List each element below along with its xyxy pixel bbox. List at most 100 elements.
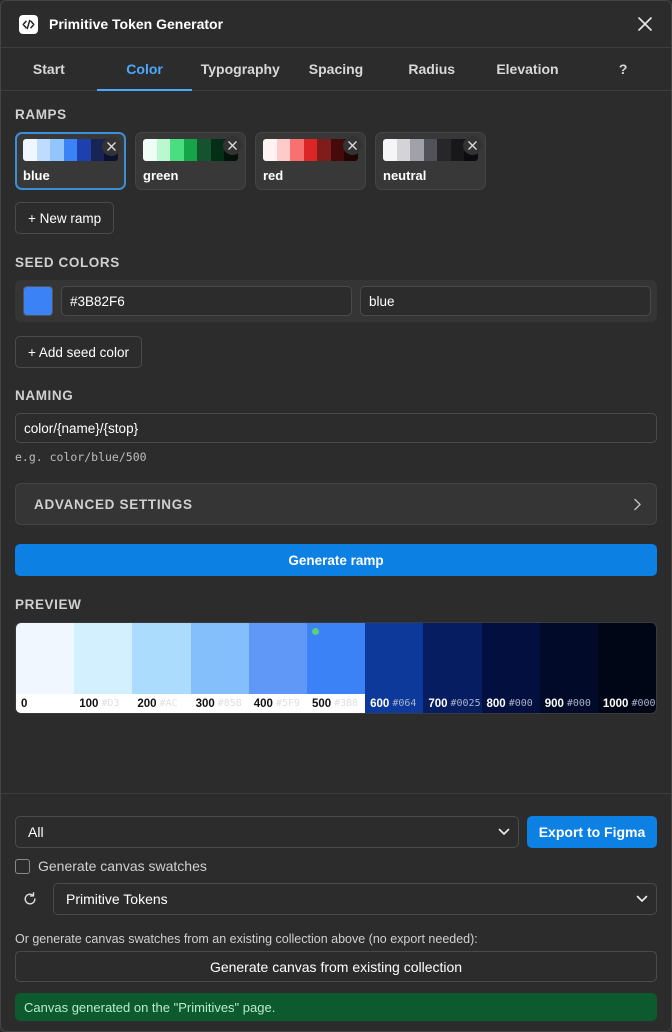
ramp-list: blue green red neutral [15,132,657,190]
stop-hex: #000 [566,698,591,709]
tab-radius[interactable]: Radius [384,48,480,90]
stop-number: 900 [544,697,564,710]
ramp-swatch [383,139,397,161]
ramp-swatch [170,139,184,161]
export-to-figma-button[interactable]: Export to Figma [527,816,657,848]
ramp-swatch [143,139,157,161]
tab-start[interactable]: Start [1,48,97,90]
generate-swatches-option: Generate canvas swatches [15,858,657,874]
seed-colors-heading: SEED COLORS [15,255,120,270]
stop-number: 0 [21,697,28,710]
stop-hex: #000 [508,698,533,709]
ramp-card-green[interactable]: green [135,132,246,190]
preview-stop-400: 400 #5F9 [248,623,307,713]
preview-stop-200: 200 #AC [132,623,191,713]
tab-bar: Start Color Typography Spacing Radius El… [1,48,671,91]
ramp-swatch [303,139,318,161]
stop-hex: #AC [159,698,178,709]
remove-ramp-icon[interactable] [343,136,362,155]
preview-stop-label: 100 #D3 [74,694,133,713]
ramp-swatch [396,139,411,161]
ramp-swatch [276,139,291,161]
advanced-settings-label: ADVANCED SETTINGS [34,496,193,512]
stop-number: 300 [195,697,215,710]
new-ramp-button[interactable]: + New ramp [15,202,115,234]
tab-help[interactable]: ? [575,48,671,90]
app-title: Primitive Token Generator [49,16,224,32]
generate-swatches-label: Generate canvas swatches [38,858,207,874]
preview-stop-0: 0 [16,623,75,713]
remove-ramp-icon[interactable] [102,137,121,156]
ramp-swatch [263,139,277,161]
stop-hex: #85B [217,698,242,709]
stop-hex: #D3 [101,698,120,709]
naming-pattern-input[interactable]: color/{name}/{stop} [15,413,657,443]
scope-select[interactable]: All [15,816,519,848]
stop-number: 200 [137,697,157,710]
ramp-card-neutral[interactable]: neutral [375,132,486,190]
tab-spacing[interactable]: Spacing [288,48,384,90]
tab-elevation[interactable]: Elevation [480,48,576,90]
ramp-swatch [423,139,438,161]
ramp-swatch [437,139,451,161]
stop-number: 400 [253,697,273,710]
chevron-right-icon [634,498,641,510]
ramp-swatch [50,139,64,161]
generate-swatches-checkbox[interactable] [15,858,30,874]
preview-stop-300: 300 #85B [190,623,249,713]
preview-stop-label: 200 #AC [132,694,191,713]
preview-stop-label: 400 #5F9 [248,694,307,713]
refresh-icon[interactable] [15,892,45,906]
remove-ramp-icon[interactable] [463,136,482,155]
ramp-swatch [77,139,91,161]
ramp-swatch [410,139,424,161]
generate-ramp-button[interactable]: Generate ramp [15,544,657,576]
tab-typography[interactable]: Typography [192,48,288,90]
plugin-window: Primitive Token Generator Start Color Ty… [0,0,672,1032]
ramp-name: blue [23,168,50,183]
close-icon[interactable] [635,14,655,34]
preview-stop-600: 600 #064 [365,623,424,713]
preview-stop-label: 600 #064 [365,694,423,713]
scope-select-value: All [28,824,44,840]
ramp-card-blue[interactable]: blue [15,132,126,190]
preview-stop-900: 900 #000 [539,623,598,713]
ramp-swatch [183,139,198,161]
remove-ramp-icon[interactable] [223,136,242,155]
preview-stop-500: 500 #3B8 [306,623,366,713]
ramp-name: red [263,168,284,183]
preview-heading: PREVIEW [15,597,82,612]
generate-from-collection-button[interactable]: Generate canvas from existing collection [15,951,657,982]
preview-stop-label: 1000 #000 [598,694,656,713]
stop-hex: #3B8 [334,698,359,709]
preview-stop-label: 800 #000 [482,694,540,713]
preview-stop-label: 700 #0025 [423,694,481,713]
collection-select[interactable]: Primitive Tokens [53,883,657,915]
ramp-swatch [23,139,37,161]
preview-stop-700: 700 #0025 [423,623,482,713]
ramp-swatch [63,139,78,161]
stop-number: 700 [428,697,448,710]
preview-stop-1000: 1000 #000 [597,623,656,713]
chevron-down-icon [498,828,510,835]
stop-number: 800 [486,697,506,710]
ramp-swatch [317,139,331,161]
preview-stop-label: 0 [16,694,75,713]
ramp-card-red[interactable]: red [255,132,366,190]
advanced-settings-toggle[interactable]: ADVANCED SETTINGS [15,483,657,525]
seed-color-swatch[interactable] [23,286,53,316]
add-seed-color-button[interactable]: + Add seed color [15,336,142,368]
seed-hex-input[interactable]: #3B82F6 [61,286,352,316]
seed-name-input[interactable]: blue [360,286,651,316]
code-icon [19,14,38,34]
tab-color[interactable]: Color [96,48,193,91]
status-message: Canvas generated on the "Primitives" pag… [15,993,657,1021]
title-bar: Primitive Token Generator [1,1,671,48]
stop-hex: #000 [631,698,656,709]
chevron-down-icon [636,895,648,902]
ramp-swatch [197,139,211,161]
ramp-name: neutral [383,168,427,183]
ramp-name: green [143,168,179,183]
ramp-swatch [156,139,171,161]
stop-hex: #0025 [450,698,481,709]
